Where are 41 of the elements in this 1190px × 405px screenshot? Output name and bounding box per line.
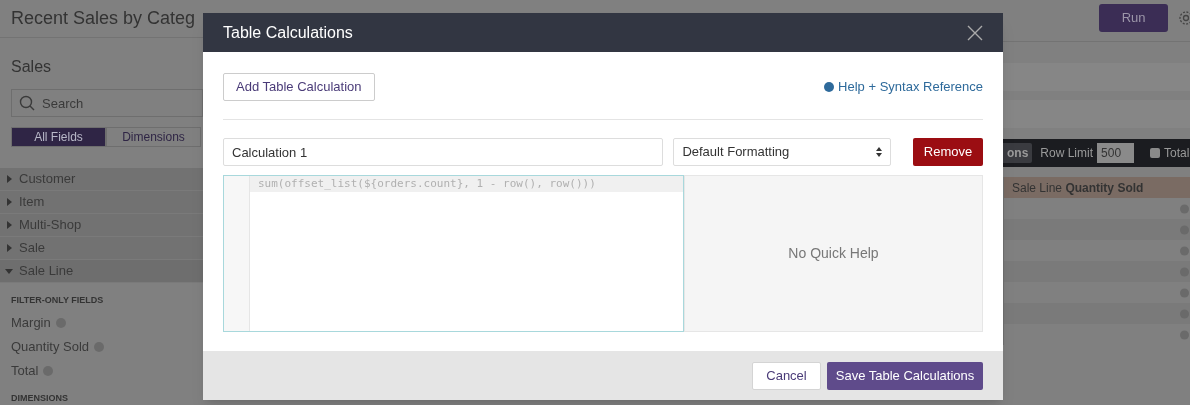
field-group-row[interactable]: Sale: [0, 237, 203, 260]
search-icon: [19, 95, 35, 111]
field-item[interactable]: Quantity Sold: [11, 336, 90, 357]
code-line: sum(offset_list(${orders.count}, 1 - row(), row())): [258, 175, 596, 192]
caret-icon: [5, 175, 13, 183]
cancel-button[interactable]: Cancel: [752, 361, 821, 390]
page-title: Recent Sales by Categ: [11, 7, 196, 30]
toolbar-button[interactable]: ons: [1003, 143, 1033, 163]
section-heading: FILTER-ONLY FIELDS: [11, 294, 105, 307]
help-link[interactable]: Help + Syntax Reference: [838, 77, 983, 97]
quick-help-panel: No Quick Help: [684, 175, 983, 332]
save-button[interactable]: Save Table Calculations: [827, 361, 983, 390]
format-select[interactable]: Default Formatting: [673, 138, 892, 166]
field-item[interactable]: Total: [11, 360, 39, 381]
close-icon[interactable]: [967, 24, 983, 41]
field-item[interactable]: Margin: [11, 312, 51, 333]
sort-arrows-icon: [876, 147, 883, 157]
caret-icon: [5, 198, 13, 206]
field-tab[interactable]: All Fields: [11, 127, 106, 147]
field-group-row[interactable]: Item: [0, 191, 203, 214]
dialog-title: Table Calculations: [223, 22, 353, 43]
caret-icon: [5, 221, 13, 229]
run-button[interactable]: Run: [1099, 4, 1169, 32]
caret-icon: [5, 267, 13, 275]
settings-icon[interactable]: [1178, 10, 1190, 26]
totals-checkbox[interactable]: [1150, 148, 1161, 158]
sidebar-title: Sales: [11, 57, 53, 77]
column-header: Sale Line Quantity Sold: [1004, 177, 1190, 198]
code-editor[interactable]: sum(offset_list(${orders.count}, 1 - row(), row())): [223, 175, 684, 332]
row-limit-field[interactable]: 500: [1097, 143, 1135, 163]
row-limit-label: Row Limit: [1040, 145, 1094, 162]
field-group-row[interactable]: Customer: [0, 168, 203, 191]
add-calculation-button[interactable]: Add Table Calculation: [223, 73, 375, 101]
field-group-row[interactable]: Multi-Shop: [0, 214, 203, 237]
field-tab[interactable]: Dimensions: [106, 127, 201, 147]
calculation-name-field[interactable]: Calculation 1: [223, 138, 664, 166]
remove-button[interactable]: Remove: [913, 138, 983, 166]
section-heading: DIMENSIONS: [11, 391, 69, 405]
search-field[interactable]: Search: [11, 89, 203, 117]
totals-label: Total: [1164, 145, 1190, 162]
caret-icon: [5, 244, 13, 252]
